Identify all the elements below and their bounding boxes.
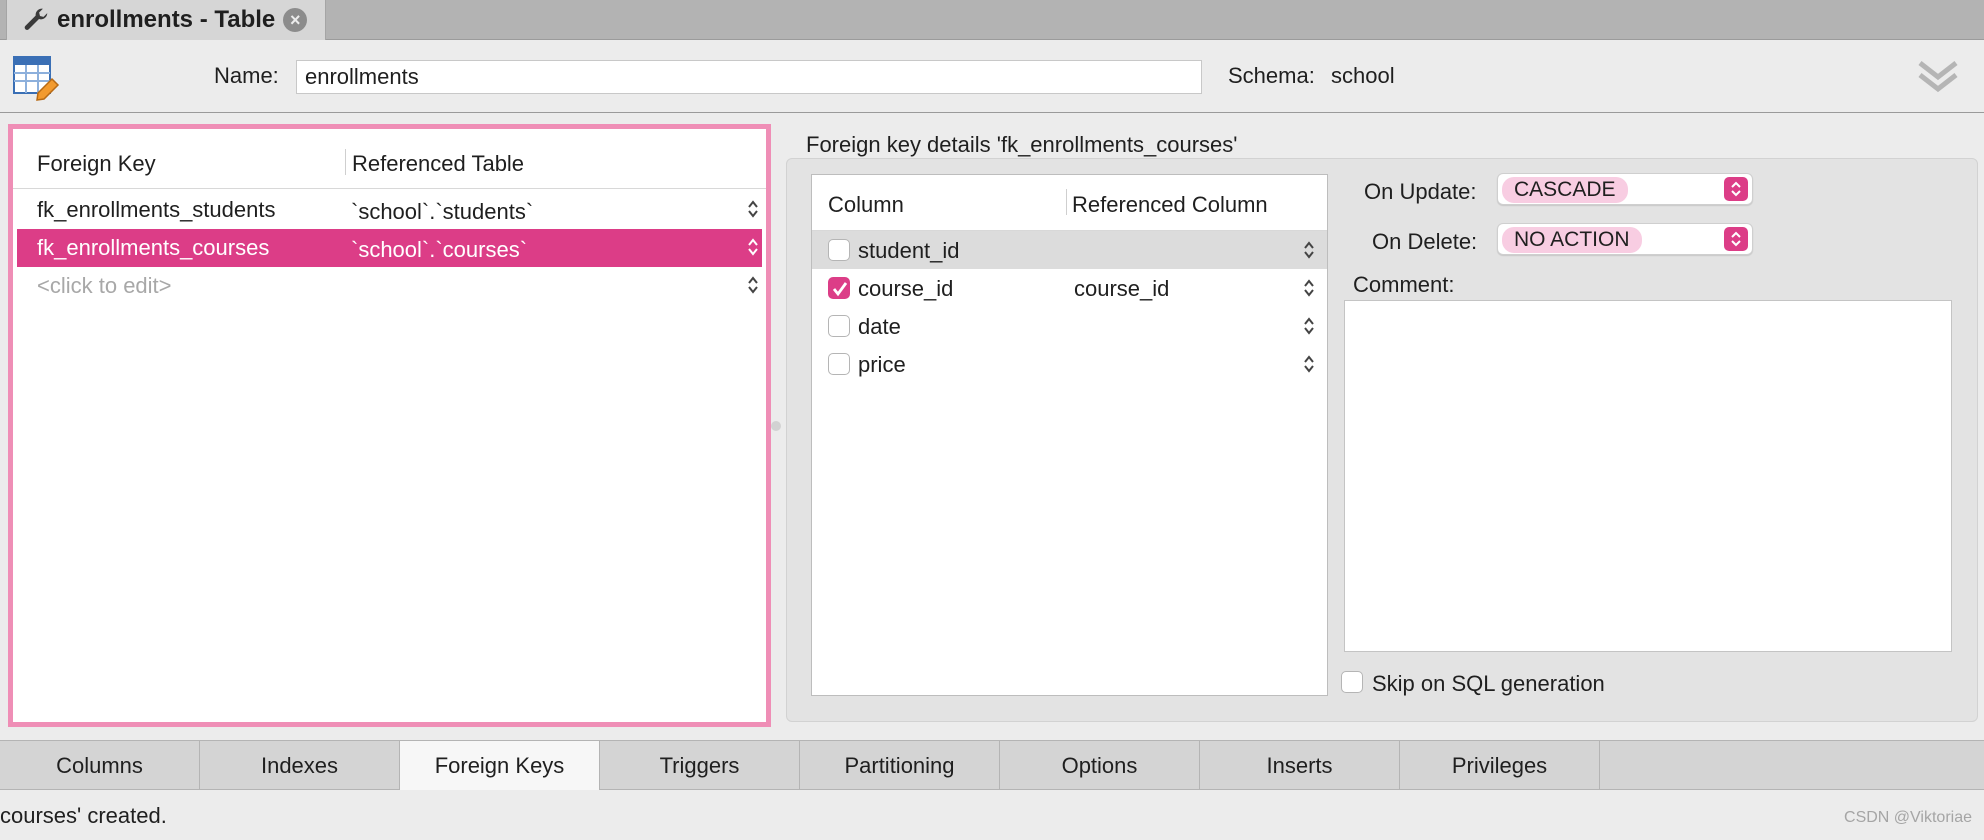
column-checkbox-checked[interactable] [828,277,850,299]
column-header-referenced-column[interactable]: Referenced Column [1072,192,1268,218]
tab-foreign-keys[interactable]: Foreign Keys [400,741,600,790]
column-name: date [858,314,901,339]
tab-privileges[interactable]: Privileges [1400,741,1600,790]
foreign-key-name[interactable]: fk_enrollments_courses [37,235,269,261]
updown-arrows-icon [1731,231,1741,247]
foreign-key-list: Foreign Key Referenced Table fk_enrollme… [8,124,771,727]
collapse-chevrons-icon[interactable] [1916,55,1960,99]
column-checkbox[interactable] [828,353,850,375]
on-update-label: On Update: [1364,179,1477,204]
column-header-column[interactable]: Column [828,192,904,218]
column-name: price [858,352,906,377]
on-delete-value: NO ACTION [1502,227,1642,253]
name-label: Name: [214,63,279,88]
dropdown-button[interactable] [1724,227,1748,251]
tab-partitioning[interactable]: Partitioning [800,741,1000,790]
referenced-column-value[interactable]: course_id [1074,276,1169,302]
on-update-value: CASCADE [1502,177,1628,203]
column-row[interactable]: student_id [812,231,1327,269]
editor-tab-bar: Columns Indexes Foreign Keys Triggers Pa… [0,740,1984,790]
updown-arrows-icon[interactable] [747,275,759,295]
updown-arrows-icon[interactable] [747,199,759,219]
foreign-key-row-selected[interactable]: fk_enrollments_courses `school`.`courses… [17,229,762,267]
skip-sql-generation-label[interactable]: Skip on SQL generation [1372,671,1605,697]
updown-arrows-icon[interactable] [1303,354,1315,374]
updown-arrows-icon[interactable] [1303,316,1315,336]
tab-triggers[interactable]: Triggers [600,741,800,790]
column-mapping-header: Column Referenced Column [812,175,1327,231]
column-checkbox[interactable] [828,239,850,261]
details-title: Foreign key details 'fk_enrollments_cour… [806,132,1238,157]
updown-arrows-icon[interactable] [1303,240,1315,260]
column-row[interactable]: date [812,307,1327,345]
on-delete-label: On Delete: [1372,229,1478,254]
watermark: CSDN @Viktoriae [1844,809,1972,826]
table-name-input[interactable] [296,60,1202,94]
header-divider [1066,189,1067,215]
on-update-select[interactable]: CASCADE [1497,173,1753,205]
foreign-key-name[interactable]: fk_enrollments_students [37,197,275,223]
status-message: courses' created. [0,803,167,828]
close-icon[interactable]: × [283,8,308,32]
referenced-table-value[interactable]: `school`.`students` [351,199,533,225]
dropdown-button[interactable] [1724,177,1748,201]
tab-options[interactable]: Options [1000,741,1200,790]
table-header: Name: Schema: school [0,41,1984,113]
on-delete-select[interactable]: NO ACTION [1497,223,1753,255]
tab-inserts[interactable]: Inserts [1200,741,1400,790]
tab-title: enrollments - Table [57,6,276,33]
referenced-table-value[interactable]: `school`.`courses` [351,237,527,263]
header-divider [345,149,346,175]
table-editor-tab[interactable]: enrollments - Table × [6,0,326,40]
column-row[interactable]: course_id course_id [812,269,1327,307]
column-name: course_id [858,276,954,301]
foreign-key-row[interactable]: fk_enrollments_students `school`.`studen… [17,191,762,229]
column-name: student_id [858,238,960,263]
schema-value: school [1331,63,1395,88]
tab-indexes[interactable]: Indexes [200,741,400,790]
click-to-edit-placeholder[interactable]: <click to edit> [37,273,172,299]
column-checkbox[interactable] [828,315,850,337]
column-mapping-table: Column Referenced Column student_id cour… [811,174,1328,696]
skip-sql-generation-checkbox[interactable] [1341,671,1363,693]
foreign-key-list-header: Foreign Key Referenced Table [13,129,766,189]
column-header-referenced-table[interactable]: Referenced Table [352,151,524,177]
column-header-foreign-key[interactable]: Foreign Key [37,151,156,177]
comment-textarea[interactable] [1344,300,1952,652]
splitter-handle[interactable] [771,421,781,431]
tab-columns[interactable]: Columns [0,741,200,790]
table-edit-icon [13,56,60,101]
status-bar: courses' created. CSDN @Viktoriae [0,791,1984,840]
updown-arrows-icon[interactable] [1303,278,1315,298]
schema-label: Schema: [1228,63,1315,88]
wrench-icon [24,8,48,30]
updown-arrows-icon[interactable] [747,237,759,257]
foreign-key-row-new[interactable]: <click to edit> [17,267,762,305]
document-tab-strip: enrollments - Table × [0,0,1984,40]
comment-label: Comment: [1353,272,1455,297]
checkmark-icon [832,282,848,297]
updown-arrows-icon [1731,181,1741,197]
column-row[interactable]: price [812,345,1327,383]
